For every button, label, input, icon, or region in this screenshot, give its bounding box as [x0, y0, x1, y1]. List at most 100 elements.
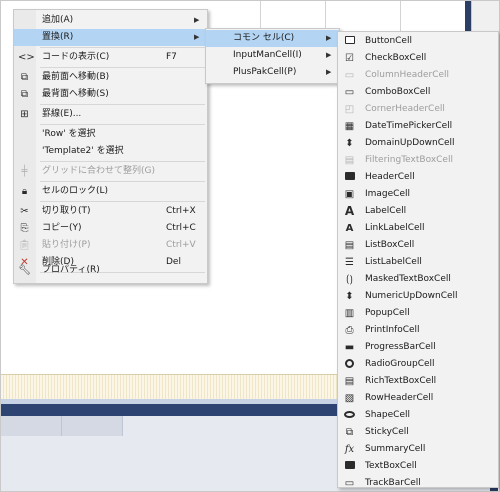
cell-type-rich-textbox[interactable]: ▤ RichTextBoxCell — [338, 373, 498, 390]
column-header-cell-icon: ▭ — [344, 70, 355, 81]
checkbox-cell-icon: ☑ — [345, 53, 354, 64]
cell-type-label: FilteringTextBoxCell — [365, 155, 453, 165]
summary-cell-icon: fx — [344, 444, 355, 455]
menu-item-label: グリッドに合わせて整列(G) — [42, 166, 155, 176]
cell-type-label: SummaryCell — [365, 444, 426, 454]
send-to-back-icon: ⧉ — [20, 89, 29, 100]
cell-type-label: ComboBoxCell — [365, 87, 431, 97]
cell-type-radio-group[interactable]: RadioGroupCell — [338, 356, 498, 373]
cell-type-domain-updown[interactable]: ⬍ DomainUpDownCell — [338, 135, 498, 152]
sticky-cell-icon: ⧉ — [345, 427, 354, 438]
menu-item-label: コピー(Y) — [42, 223, 82, 233]
lock-icon: 🔒︎ — [21, 186, 28, 197]
print-info-cell-icon: ⎙ — [345, 325, 354, 336]
cell-type-datetime-picker[interactable]: ▦ DateTimePickerCell — [338, 118, 498, 135]
replace-submenu: コモン セル(C) ▶ InputManCell(I) ▶ PlusPakCel… — [205, 28, 340, 84]
menu-item-lock-cells[interactable]: 🔒︎ セルのロック(L) — [14, 183, 207, 200]
cell-type-filtering-textbox[interactable]: ▤ FilteringTextBoxCell — [338, 152, 498, 169]
grid-border-icon: ⊞ — [20, 109, 29, 120]
cell-type-header[interactable]: HeaderCell — [338, 169, 498, 186]
menu-item-cut[interactable]: ✂ 切り取り(T) Ctrl+X — [14, 203, 207, 220]
menu-item-select-row[interactable]: 'Row' を選択 — [14, 126, 207, 143]
submenu-arrow-icon: ▶ — [194, 33, 200, 41]
lower-panel-tab[interactable] — [62, 416, 123, 436]
cell-type-masked-textbox[interactable]: ⟮⟯ MaskedTextBoxCell — [338, 271, 498, 288]
row-header-cell-icon: ▧ — [344, 393, 355, 404]
code-icon: <> — [18, 52, 35, 63]
cell-type-label: RichTextBoxCell — [365, 376, 437, 386]
cell-type-numeric-updown[interactable]: ⬍ NumericUpDownCell — [338, 288, 498, 305]
cell-type-progressbar[interactable]: ▬ ProgressBarCell — [338, 339, 498, 356]
cell-type-column-header[interactable]: ▭ ColumnHeaderCell — [338, 67, 498, 84]
cell-type-sticky[interactable]: ⧉ StickyCell — [338, 424, 498, 441]
cut-icon: ✂ — [20, 206, 29, 217]
cell-type-print-info[interactable]: ⎙ PrintInfoCell — [338, 322, 498, 339]
cell-type-label: TrackBarCell — [365, 478, 421, 488]
textbox-cell-icon — [343, 460, 356, 473]
cell-type-corner-header[interactable]: ◰ CornerHeaderCell — [338, 101, 498, 118]
cell-type-label: DomainUpDownCell — [365, 138, 455, 148]
menu-item-label: 切り取り(T) — [42, 206, 91, 216]
menu-item-properties-row[interactable]: 🔧︎ プロパティ(R) — [14, 262, 206, 279]
menu-item-replace[interactable]: 置換(R) ▶ — [14, 29, 207, 46]
menu-item-label: 罫線(E)... — [42, 109, 82, 119]
menu-separator — [40, 181, 205, 182]
link-label-cell-icon: A — [345, 223, 354, 234]
menu-item-send-to-back[interactable]: ⧉ 最背面へ移動(S) — [14, 86, 207, 103]
lower-panel-tab[interactable] — [1, 416, 62, 436]
menu-item-shortcut: Ctrl+X — [166, 206, 196, 216]
corner-header-cell-icon: ◰ — [344, 104, 355, 115]
cell-type-listbox[interactable]: ▤ ListBoxCell — [338, 237, 498, 254]
cell-type-shape[interactable]: ShapeCell — [338, 407, 498, 424]
menu-item-shortcut: Ctrl+C — [166, 223, 196, 233]
menu-item-label: 'Template2' を選択 — [42, 146, 124, 156]
cell-type-textbox[interactable]: TextBoxCell — [338, 458, 498, 475]
cell-type-row-header[interactable]: ▧ RowHeaderCell — [338, 390, 498, 407]
trackbar-cell-icon: ▭ — [344, 478, 355, 489]
datetime-picker-cell-icon: ▦ — [344, 121, 355, 132]
cell-type-label-cell[interactable]: A LabelCell — [338, 203, 498, 220]
cell-type-link-label[interactable]: A LinkLabelCell — [338, 220, 498, 237]
menu-item-copy[interactable]: ⎘ コピー(Y) Ctrl+C — [14, 220, 207, 237]
cell-type-label: RadioGroupCell — [365, 359, 435, 369]
cell-type-label: TextBoxCell — [365, 461, 417, 471]
cell-type-popup[interactable]: ▥ PopupCell — [338, 305, 498, 322]
grid-cell-divider — [400, 1, 401, 31]
menu-item-borders[interactable]: ⊞ 罫線(E)... — [14, 106, 207, 123]
submenu-arrow-icon: ▶ — [326, 34, 332, 42]
progressbar-cell-icon: ▬ — [344, 342, 355, 353]
cell-type-combobox[interactable]: ▭ ComboBoxCell — [338, 84, 498, 101]
menu-item-label: 最背面へ移動(S) — [42, 89, 109, 99]
menu-separator — [40, 161, 205, 162]
menu-separator — [40, 124, 205, 125]
submenu-arrow-icon: ▶ — [194, 16, 200, 24]
rich-textbox-cell-icon: ▤ — [344, 376, 355, 387]
context-menu: 追加(A) ▶ 置換(R) ▶ <> コードの表示(C) F7 ⧉ 最前面へ移動… — [13, 9, 208, 284]
menu-separator — [40, 104, 205, 105]
cell-type-checkbox[interactable]: ☑ CheckBoxCell — [338, 50, 498, 67]
grid-cell-divider — [325, 1, 326, 31]
label-cell-icon: A — [344, 204, 355, 218]
submenu-item-common-cell[interactable]: コモン セル(C) ▶ — [206, 30, 339, 47]
cell-type-label: ShapeCell — [365, 410, 411, 420]
submenu-item-inputman-cell[interactable]: InputManCell(I) ▶ — [206, 47, 339, 64]
menu-item-align-to-grid[interactable]: ╪ グリッドに合わせて整列(G) — [14, 163, 207, 180]
numeric-updown-cell-icon: ⬍ — [345, 291, 354, 302]
submenu-item-pluspak-cell[interactable]: PlusPakCell(P) ▶ — [206, 64, 339, 81]
cell-type-list-label[interactable]: ☰ ListLabelCell — [338, 254, 498, 271]
menu-item-paste[interactable]: 📋︎ 貼り付け(P) Ctrl+V — [14, 237, 207, 254]
cell-type-button[interactable]: ButtonCell — [338, 33, 498, 50]
menu-item-view-code[interactable]: <> コードの表示(C) F7 — [14, 49, 207, 66]
cell-type-label: CheckBoxCell — [365, 53, 427, 63]
menu-item-label: セルのロック(L) — [42, 186, 109, 196]
menu-item-label: 貼り付け(P) — [42, 240, 91, 250]
masked-textbox-cell-icon: ⟮⟯ — [346, 274, 353, 285]
menu-item-bring-to-front[interactable]: ⧉ 最前面へ移動(B) — [14, 69, 207, 86]
cell-type-trackbar[interactable]: ▭ TrackBarCell — [338, 475, 498, 492]
menu-item-add[interactable]: 追加(A) ▶ — [14, 12, 207, 29]
image-cell-icon: ▣ — [344, 189, 355, 200]
cell-type-image[interactable]: ▣ ImageCell — [338, 186, 498, 203]
cell-type-summary[interactable]: fx SummaryCell — [338, 441, 498, 458]
cell-type-label: ProgressBarCell — [365, 342, 436, 352]
menu-item-select-template2[interactable]: 'Template2' を選択 — [14, 143, 207, 160]
